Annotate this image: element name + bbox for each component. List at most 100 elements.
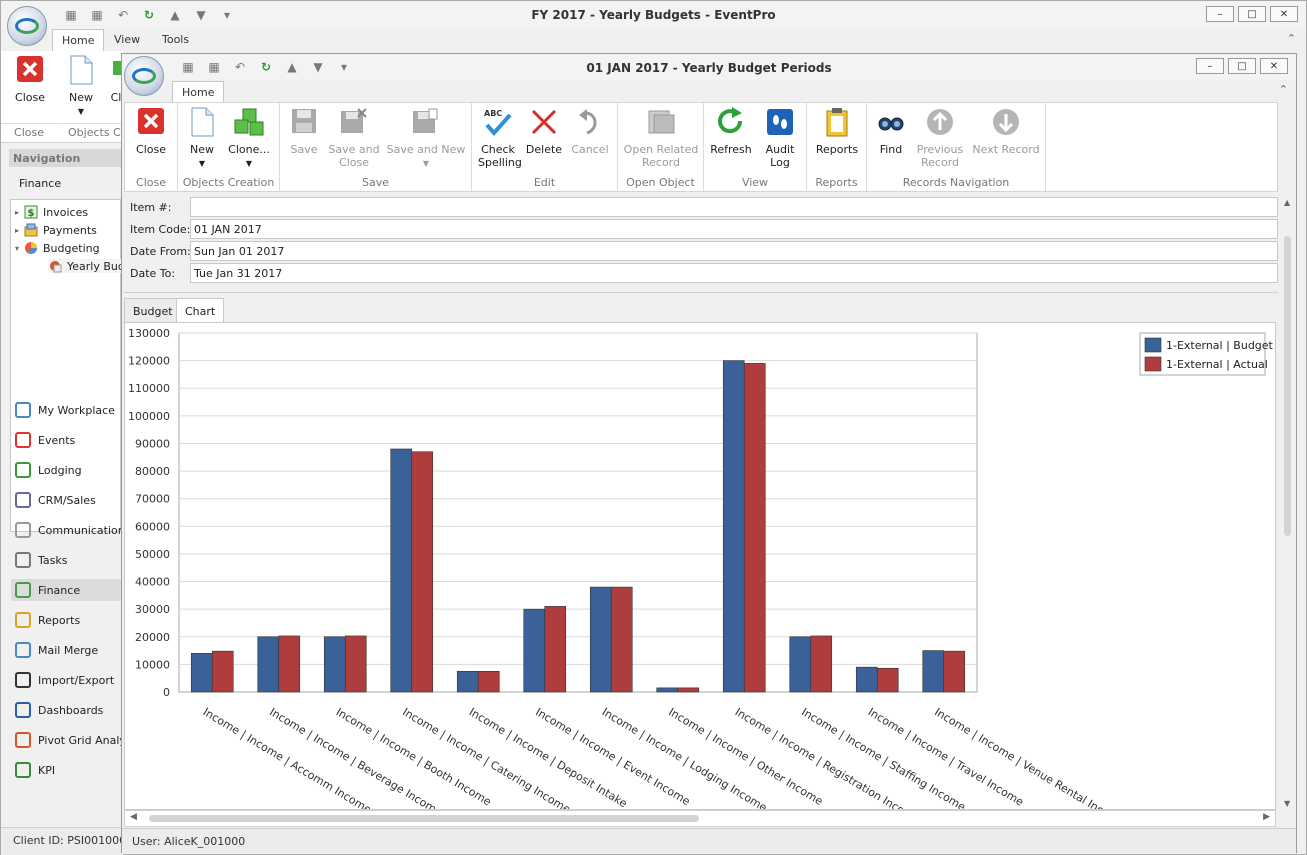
nav-item-finance[interactable]: Finance <box>11 579 121 601</box>
bar-actual <box>278 635 301 693</box>
vertical-scrollbar[interactable]: ▲ ▼ <box>1280 196 1296 810</box>
tab-tools[interactable]: Tools <box>153 29 198 51</box>
horizontal-scroll-thumb[interactable] <box>149 815 699 822</box>
minimize-button[interactable]: – <box>1196 58 1224 74</box>
scroll-right-icon[interactable]: ▶ <box>1263 812 1270 822</box>
expand-arrow-icon[interactable]: ▸ <box>15 226 19 235</box>
save-and-new-button[interactable]: Save and New ▼ <box>386 107 466 170</box>
date-to-input[interactable]: Tue Jan 31 2017 <box>190 263 1278 283</box>
previous-record-button[interactable]: Previous Record <box>915 107 965 169</box>
clone-button[interactable]: Clone... ▼ <box>226 107 272 170</box>
save-all-icon[interactable]: ▦ <box>89 7 105 23</box>
y-tick-label: 60000 <box>135 520 170 533</box>
tree-item-invoices[interactable]: ▸ $ Invoices <box>15 205 88 219</box>
maximize-button[interactable]: □ <box>1228 58 1256 74</box>
tree-item-yearly-budgets[interactable]: Yearly Budg <box>48 259 132 273</box>
tab-budget[interactable]: Budget <box>124 298 182 323</box>
refresh-icon[interactable]: ↻ <box>141 7 157 23</box>
save-all-icon[interactable]: ▦ <box>206 59 222 75</box>
save-icon[interactable]: ▦ <box>63 7 79 23</box>
child-app-menu-button[interactable] <box>124 56 164 96</box>
bar-budget <box>922 650 945 693</box>
y-tick-label: 0 <box>163 686 170 699</box>
separator <box>124 292 1278 294</box>
customize-qat-icon[interactable]: ▾ <box>336 59 352 75</box>
save-button[interactable]: Save <box>286 107 322 156</box>
collapse-arrow-icon[interactable]: ▾ <box>15 244 19 253</box>
open-related-record-button[interactable]: Open Related Record <box>622 107 700 169</box>
cancel-button[interactable]: Cancel <box>570 107 610 156</box>
expand-arrow-icon[interactable]: ▸ <box>15 208 19 217</box>
arrow-down-icon[interactable]: ▼ <box>193 7 209 23</box>
tree-item-payments[interactable]: ▸ Payments <box>15 223 97 237</box>
reports-button[interactable]: Reports <box>813 107 861 156</box>
save-and-close-button[interactable]: Save and Close <box>328 107 380 169</box>
nav-item-lodging[interactable]: Lodging <box>15 459 82 481</box>
save-new-icon <box>410 107 442 139</box>
refresh-icon <box>715 107 747 139</box>
child-tab-home[interactable]: Home <box>172 81 225 103</box>
nav-item-mail-merge[interactable]: Mail Merge <box>15 639 98 661</box>
undo-icon[interactable]: ↶ <box>115 7 131 23</box>
nav-item-label: Pivot Grid Analy <box>38 733 126 747</box>
tab-home[interactable]: Home <box>52 29 105 51</box>
close-window-button[interactable]: ✕ <box>1260 58 1288 74</box>
nav-item-pivot-grid-analy[interactable]: Pivot Grid Analy <box>15 729 126 751</box>
y-tick-label: 40000 <box>135 576 170 589</box>
refresh-icon[interactable]: ↻ <box>258 59 274 75</box>
next-record-button[interactable]: Next Record <box>971 107 1041 156</box>
date-from-input[interactable]: Sun Jan 01 2017 <box>190 241 1278 261</box>
check-label-1: Check <box>481 143 515 156</box>
save-icon[interactable]: ▦ <box>180 59 196 75</box>
spell-check-icon: ABC <box>482 107 514 139</box>
undo-icon[interactable]: ↶ <box>232 59 248 75</box>
bar-budget <box>656 687 679 693</box>
nav-item-tasks[interactable]: Tasks <box>15 549 67 571</box>
vertical-scroll-thumb[interactable] <box>1284 236 1291 536</box>
tree-item-budgeting[interactable]: ▾ Budgeting <box>15 241 100 255</box>
audit-log-button[interactable]: Audit Log <box>760 107 800 169</box>
tab-chart[interactable]: Chart <box>176 298 225 323</box>
delete-button[interactable]: Delete <box>524 107 564 156</box>
scroll-down-icon[interactable]: ▼ <box>1284 799 1290 808</box>
nav-item-reports[interactable]: Reports <box>15 609 80 631</box>
child-status-bar: User: AliceK_001000 <box>122 828 1296 853</box>
arrow-up-icon[interactable]: ▲ <box>284 59 300 75</box>
horizontal-scrollbar[interactable]: ◀ ▶ <box>124 810 1276 827</box>
collapse-ribbon-icon[interactable]: ⌃ <box>1279 83 1288 96</box>
bar-budget <box>257 636 280 693</box>
refresh-button[interactable]: Refresh <box>708 107 754 156</box>
item-code-input[interactable]: 01 JAN 2017 <box>190 219 1278 239</box>
previous-label-1: Previous <box>916 143 964 156</box>
tree-item-label: Budgeting <box>43 241 100 255</box>
arrow-down-icon[interactable]: ▼ <box>310 59 326 75</box>
pin-icon <box>15 432 31 448</box>
scroll-up-icon[interactable]: ▲ <box>1284 198 1290 207</box>
scroll-left-icon[interactable]: ◀ <box>130 812 137 822</box>
save-new-label: Save and New <box>386 143 466 156</box>
tab-view[interactable]: View <box>105 29 149 51</box>
close-button[interactable]: Close <box>131 107 171 156</box>
customize-qat-icon[interactable]: ▾ <box>219 7 235 23</box>
nav-item-dashboards[interactable]: Dashboards <box>15 699 103 721</box>
nav-item-import-export[interactable]: Import/Export <box>15 669 114 691</box>
nav-item-label: CRM/Sales <box>38 493 96 507</box>
main-new-button[interactable]: New ▼ <box>61 55 101 118</box>
main-close-button[interactable]: Close <box>9 55 51 104</box>
close-window-button[interactable]: ✕ <box>1270 6 1298 22</box>
next-label: Next Record <box>972 143 1040 156</box>
maximize-button[interactable]: □ <box>1238 6 1266 22</box>
bar-actual <box>876 667 899 693</box>
new-button[interactable]: New ▼ <box>184 107 220 170</box>
nav-item-events[interactable]: Events <box>15 429 75 451</box>
item-number-input[interactable] <box>190 197 1278 217</box>
nav-item-kpi[interactable]: KPI <box>15 759 55 781</box>
find-button[interactable]: Find <box>871 107 911 156</box>
nav-item-crm-sales[interactable]: CRM/Sales <box>15 489 96 511</box>
nav-item-my-workplace[interactable]: My Workplace <box>15 399 115 421</box>
minimize-button[interactable]: – <box>1206 6 1234 22</box>
collapse-ribbon-icon[interactable]: ⌃ <box>1287 32 1296 45</box>
nav-item-communications[interactable]: Communications <box>15 519 130 541</box>
arrow-up-icon[interactable]: ▲ <box>167 7 183 23</box>
check-spelling-button[interactable]: ABC Check Spelling <box>478 107 522 169</box>
